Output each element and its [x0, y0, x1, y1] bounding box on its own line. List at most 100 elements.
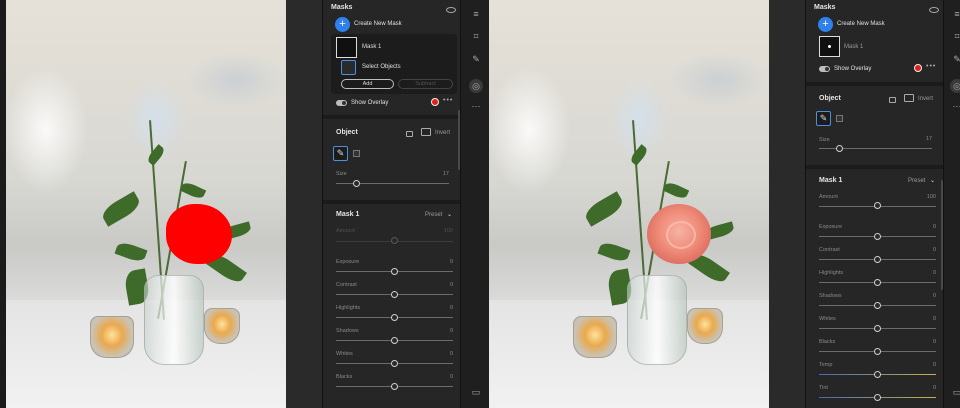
vase	[144, 275, 204, 365]
overlay-color-swatch[interactable]	[914, 64, 922, 72]
brush-tool-button[interactable]: ✎	[333, 146, 348, 161]
candle-holder	[573, 316, 617, 358]
select-objects-label[interactable]: Select Objects	[362, 64, 401, 70]
slider-value-whites: 0	[932, 316, 936, 322]
create-new-mask-button[interactable]: +	[335, 17, 350, 32]
chat-icon[interactable]: ▭	[952, 387, 960, 397]
more-options-icon[interactable]: •••	[926, 63, 936, 70]
chat-icon[interactable]: ▭	[471, 387, 481, 397]
eye-icon[interactable]	[929, 7, 939, 13]
slider-handle-exposure[interactable]	[391, 268, 398, 275]
leaf	[582, 191, 626, 227]
masking-icon[interactable]: ◎	[950, 79, 960, 93]
show-overlay-toggle[interactable]	[819, 66, 830, 72]
amount-label: Amount	[336, 228, 355, 234]
leaf	[628, 144, 650, 166]
eye-icon[interactable]	[446, 7, 456, 13]
healing-icon[interactable]: ✎	[952, 54, 960, 64]
slider-handle-highlights[interactable]	[874, 279, 881, 286]
create-new-mask-label[interactable]: Create New Mask	[837, 21, 885, 27]
slider-label-shadows: Shadows	[336, 328, 359, 334]
divider	[323, 200, 460, 204]
invert-icon[interactable]	[421, 128, 431, 136]
size-slider-handle[interactable]	[353, 180, 360, 187]
slider-handle-blacks[interactable]	[391, 383, 398, 390]
add-button[interactable]: Add	[341, 79, 394, 89]
amount-slider-handle[interactable]	[391, 237, 398, 244]
slider-value-tint: 0	[932, 385, 936, 391]
crop-icon[interactable]: ⌗	[952, 31, 960, 41]
mask-thumbnail[interactable]	[819, 36, 840, 57]
erase-tool-icon[interactable]	[836, 115, 843, 122]
slider-value-blacks: 0	[932, 339, 936, 345]
more-options-icon[interactable]: •••	[443, 97, 453, 104]
mask-thumbnail[interactable]	[336, 37, 357, 58]
masking-icon[interactable]: ◎	[469, 79, 483, 93]
amount-value: 100	[443, 228, 453, 234]
amount-slider-handle[interactable]	[874, 202, 881, 209]
slider-handle-contrast[interactable]	[874, 256, 881, 263]
show-overlay-label: Show Overlay	[351, 100, 389, 106]
slider-handle-blacks[interactable]	[874, 348, 881, 355]
gutter	[286, 0, 322, 408]
comment-icon[interactable]	[406, 131, 413, 137]
divider	[806, 165, 943, 169]
healing-icon[interactable]: ✎	[471, 54, 481, 64]
slider-label-whites: Whites	[336, 351, 353, 357]
add-button-label: Add	[362, 81, 373, 87]
slider-handle-temp[interactable]	[874, 371, 881, 378]
slider-handle-shadows[interactable]	[391, 337, 398, 344]
vase	[627, 275, 687, 365]
create-new-mask-label[interactable]: Create New Mask	[354, 21, 402, 27]
slider-handle-tint[interactable]	[874, 394, 881, 401]
size-slider-handle[interactable]	[836, 145, 843, 152]
preset-dropdown[interactable]: Preset	[908, 178, 925, 184]
more-tools-icon[interactable]: ⋯	[471, 101, 481, 111]
sliders-icon[interactable]: ≡	[952, 9, 960, 19]
slider-label-highlights: Highlights	[819, 270, 844, 276]
candle-holder	[90, 316, 134, 358]
overlay-color-swatch[interactable]	[431, 98, 439, 106]
leaf	[179, 180, 207, 201]
select-objects-icon[interactable]	[341, 60, 356, 75]
masks-panel-left: Masks + Create New Mask Mask 1 Select Ob…	[322, 0, 460, 408]
slider-value-contrast: 0	[932, 247, 936, 253]
slider-handle-shadows[interactable]	[874, 302, 881, 309]
tool-strip-left: ≡ ⌗ ✎ ◎ ⋯ ▭	[460, 0, 489, 408]
brush-tool-button[interactable]: ✎	[816, 111, 831, 126]
sliders-icon[interactable]: ≡	[471, 9, 481, 19]
more-tools-icon[interactable]: ⋯	[952, 101, 960, 111]
panel-title: Masks	[814, 4, 836, 11]
show-overlay-label: Show Overlay	[834, 66, 872, 72]
slider-value-blacks: 0	[449, 374, 453, 380]
photo-canvas-left[interactable]	[6, 0, 286, 408]
crop-icon[interactable]: ⌗	[471, 31, 481, 41]
create-new-mask-button[interactable]: +	[818, 17, 833, 32]
invert-label[interactable]: Invert	[435, 130, 450, 136]
slider-value-whites: 0	[449, 351, 453, 357]
slider-handle-contrast[interactable]	[391, 291, 398, 298]
mask-name[interactable]: Mask 1	[362, 44, 381, 50]
subtract-button[interactable]: Subtract	[398, 79, 453, 89]
show-overlay-toggle[interactable]	[336, 100, 347, 106]
invert-icon[interactable]	[904, 94, 914, 102]
invert-label[interactable]: Invert	[918, 96, 933, 102]
photo-canvas-right[interactable]	[489, 0, 769, 408]
slider-handle-highlights[interactable]	[391, 314, 398, 321]
slider-label-shadows: Shadows	[819, 293, 842, 299]
slider-handle-whites[interactable]	[391, 360, 398, 367]
slider-label-contrast: Contrast	[336, 282, 357, 288]
slider-handle-whites[interactable]	[874, 325, 881, 332]
chevron-down-icon[interactable]: ⌄	[447, 211, 452, 218]
slider-handle-exposure[interactable]	[874, 233, 881, 240]
comment-icon[interactable]	[889, 97, 896, 103]
erase-tool-icon[interactable]	[353, 150, 360, 157]
mask-name[interactable]: Mask 1	[844, 44, 863, 50]
chevron-down-icon[interactable]: ⌄	[930, 177, 935, 184]
panel-title: Masks	[331, 4, 353, 11]
slider-label-whites: Whites	[819, 316, 836, 322]
rose-flower	[647, 204, 711, 264]
preset-dropdown[interactable]: Preset	[425, 212, 442, 218]
slider-value-shadows: 0	[449, 328, 453, 334]
slider-value-contrast: 0	[449, 282, 453, 288]
